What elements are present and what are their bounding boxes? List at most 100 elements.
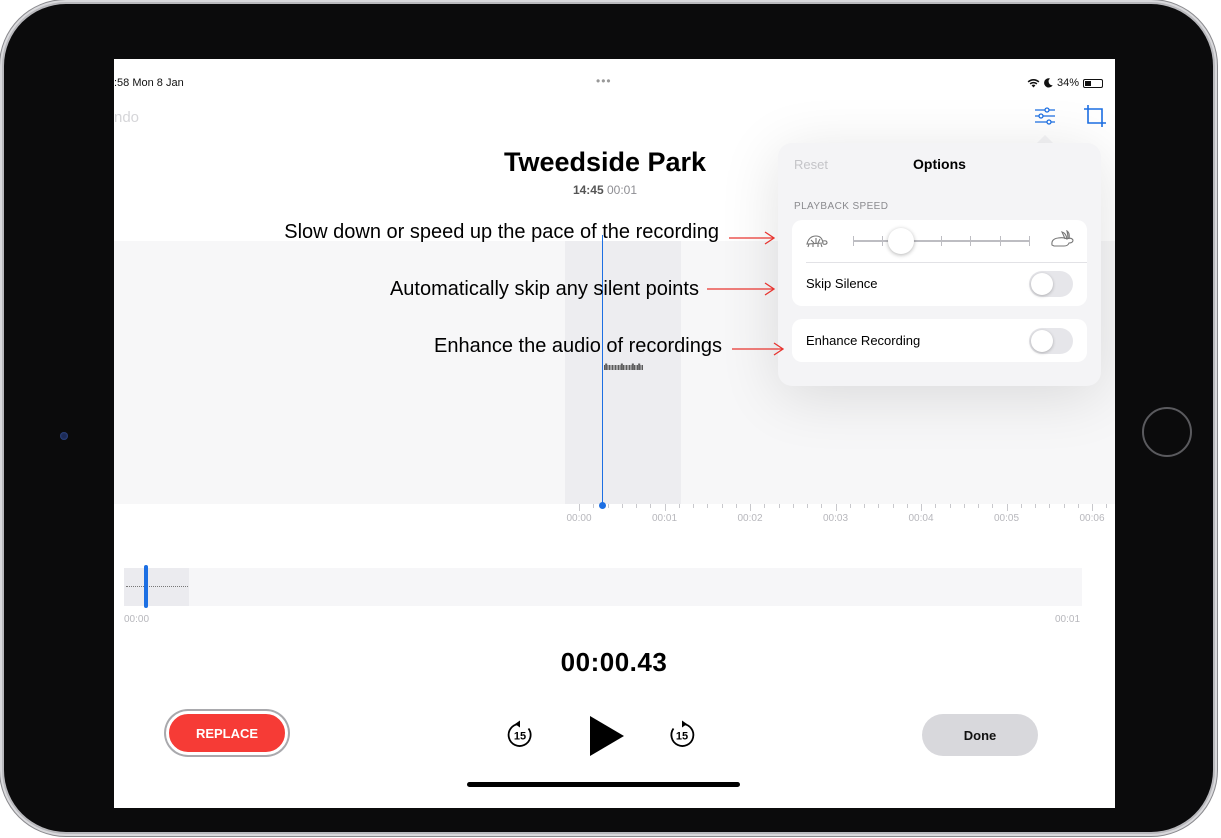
ruler-tick xyxy=(764,504,766,508)
ruler-tick xyxy=(1049,504,1051,508)
skip-back-label: 15 xyxy=(514,731,526,743)
done-button[interactable]: Done xyxy=(922,714,1038,756)
elapsed-time: 00:00.43 xyxy=(560,647,668,677)
play-icon[interactable] xyxy=(586,714,626,758)
ruler-label: 00:03 xyxy=(822,513,849,524)
waveform-bars: ıllıııııııııllııııııllıııllıı xyxy=(603,362,644,372)
scrubber-handle[interactable] xyxy=(144,565,148,608)
ruler-tick xyxy=(878,504,880,508)
status-time: :58 Mon 8 Jan xyxy=(114,77,184,89)
ruler-tick xyxy=(707,504,709,508)
hare-icon xyxy=(1051,230,1074,247)
playback-speed-header: PLAYBACK SPEED xyxy=(794,201,889,212)
ruler-label: 00:06 xyxy=(1079,513,1105,524)
skip-silence-toggle[interactable] xyxy=(1029,271,1073,297)
ruler-tick xyxy=(1006,504,1008,511)
ruler-tick xyxy=(721,504,723,508)
crop-icon[interactable] xyxy=(1082,103,1108,129)
ruler-tick xyxy=(921,504,922,511)
options-title: Options xyxy=(913,156,966,172)
scrubber-start-time: 00:00 xyxy=(124,614,150,625)
skip-back-15-icon[interactable]: 15 xyxy=(504,719,536,751)
row-divider xyxy=(806,262,1087,263)
home-indicator[interactable] xyxy=(467,782,740,787)
slider-stop xyxy=(1000,236,1001,246)
ruler-label: 00:00 xyxy=(566,513,592,524)
ruler-tick xyxy=(607,504,609,508)
ruler-tick xyxy=(992,504,994,508)
slider-stop xyxy=(1029,236,1030,246)
options-sliders-icon[interactable] xyxy=(1032,103,1058,129)
ruler-tick xyxy=(750,504,751,511)
skip-forward-15-icon[interactable]: 15 xyxy=(666,719,698,751)
ruler-tick xyxy=(963,504,965,508)
time-ruler: 00:00 00:01 00:02 00:03 00:04 00:05 00:06 xyxy=(565,499,1113,529)
ruler-tick xyxy=(892,504,894,508)
ruler-tick xyxy=(864,504,865,508)
slider-thumb[interactable] xyxy=(887,228,914,254)
ruler-label: 00:05 xyxy=(993,513,1020,524)
annotation-speed: Slow down or speed up the pace of the re… xyxy=(284,221,719,243)
playhead[interactable] xyxy=(602,235,603,507)
ruler-tick xyxy=(935,504,937,508)
ruler-tick xyxy=(1106,504,1108,508)
options-popover: Reset Options PLAYBACK SPEED Skip Silenc… xyxy=(778,143,1101,386)
ruler-tick xyxy=(735,504,737,508)
ruler-tick xyxy=(906,504,908,508)
front-camera xyxy=(60,432,68,440)
ruler-tick xyxy=(693,504,694,508)
screen: :58 Mon 8 Jan ••• 34% ndo Tweedside Park… xyxy=(114,59,1115,808)
turtle-icon xyxy=(806,235,828,248)
ruler-tick xyxy=(1092,504,1093,511)
ruler-label: 00:04 xyxy=(908,513,934,524)
replace-button[interactable]: REPLACE xyxy=(166,711,288,755)
ruler-tick xyxy=(978,504,979,508)
ruler-tick xyxy=(678,504,680,508)
scrubber-waveform-line xyxy=(126,586,188,587)
ruler-tick xyxy=(778,504,780,508)
recording-meta: 14:45 00:01 xyxy=(444,183,766,197)
enhance-recording-toggle[interactable] xyxy=(1029,328,1073,354)
ruler-tick xyxy=(949,504,951,508)
ruler-tick xyxy=(621,504,623,508)
ruler-tick xyxy=(593,504,595,508)
annotation-enhance: Enhance the audio of recordings xyxy=(434,335,722,357)
moon-icon xyxy=(1044,78,1053,88)
scrubber-recorded-segment xyxy=(124,568,189,606)
slider-stop xyxy=(941,236,942,246)
battery-icon xyxy=(1083,78,1103,88)
ipad-frame: :58 Mon 8 Jan ••• 34% ndo Tweedside Park… xyxy=(4,4,1213,832)
ruler-tick xyxy=(579,504,580,511)
skip-forward-label: 15 xyxy=(676,731,688,743)
ruler-tick xyxy=(664,504,666,511)
status-right: 34% xyxy=(1027,77,1103,89)
wifi-icon xyxy=(1027,79,1040,88)
ruler-tick xyxy=(849,504,851,508)
ruler-tick xyxy=(636,504,637,508)
annotation-arrow xyxy=(732,342,784,356)
undo-button[interactable]: ndo xyxy=(114,109,139,126)
recording-duration: 00:01 xyxy=(607,183,638,197)
ruler-tick xyxy=(821,504,823,508)
multitasking-dots[interactable]: ••• xyxy=(596,74,612,88)
annotation-skip-silence: Automatically skip any silent points xyxy=(389,278,699,300)
home-button[interactable] xyxy=(1142,407,1192,457)
recording-title[interactable]: Tweedside Park xyxy=(444,147,766,178)
overview-scrubber[interactable] xyxy=(124,568,1082,606)
ruler-label: 00:02 xyxy=(737,513,763,524)
slider-stop xyxy=(882,236,883,246)
scrubber-end-time: 00:01 xyxy=(1055,614,1081,625)
enhance-recording-card: Enhance Recording xyxy=(792,319,1087,362)
slider-stop xyxy=(970,236,971,246)
playback-speed-slider[interactable] xyxy=(792,220,1087,262)
ruler-tick xyxy=(807,504,808,508)
ruler-tick xyxy=(792,504,794,508)
ruler-tick xyxy=(1035,504,1036,508)
recording-time: 14:45 xyxy=(572,183,604,197)
battery-percent: 34% xyxy=(1056,77,1079,89)
ruler-label: 00:01 xyxy=(651,513,678,524)
slider-stop xyxy=(853,236,854,246)
annotation-arrow xyxy=(729,231,775,245)
playback-speed-card: Skip Silence xyxy=(792,220,1087,306)
ruler-tick xyxy=(1063,504,1065,508)
